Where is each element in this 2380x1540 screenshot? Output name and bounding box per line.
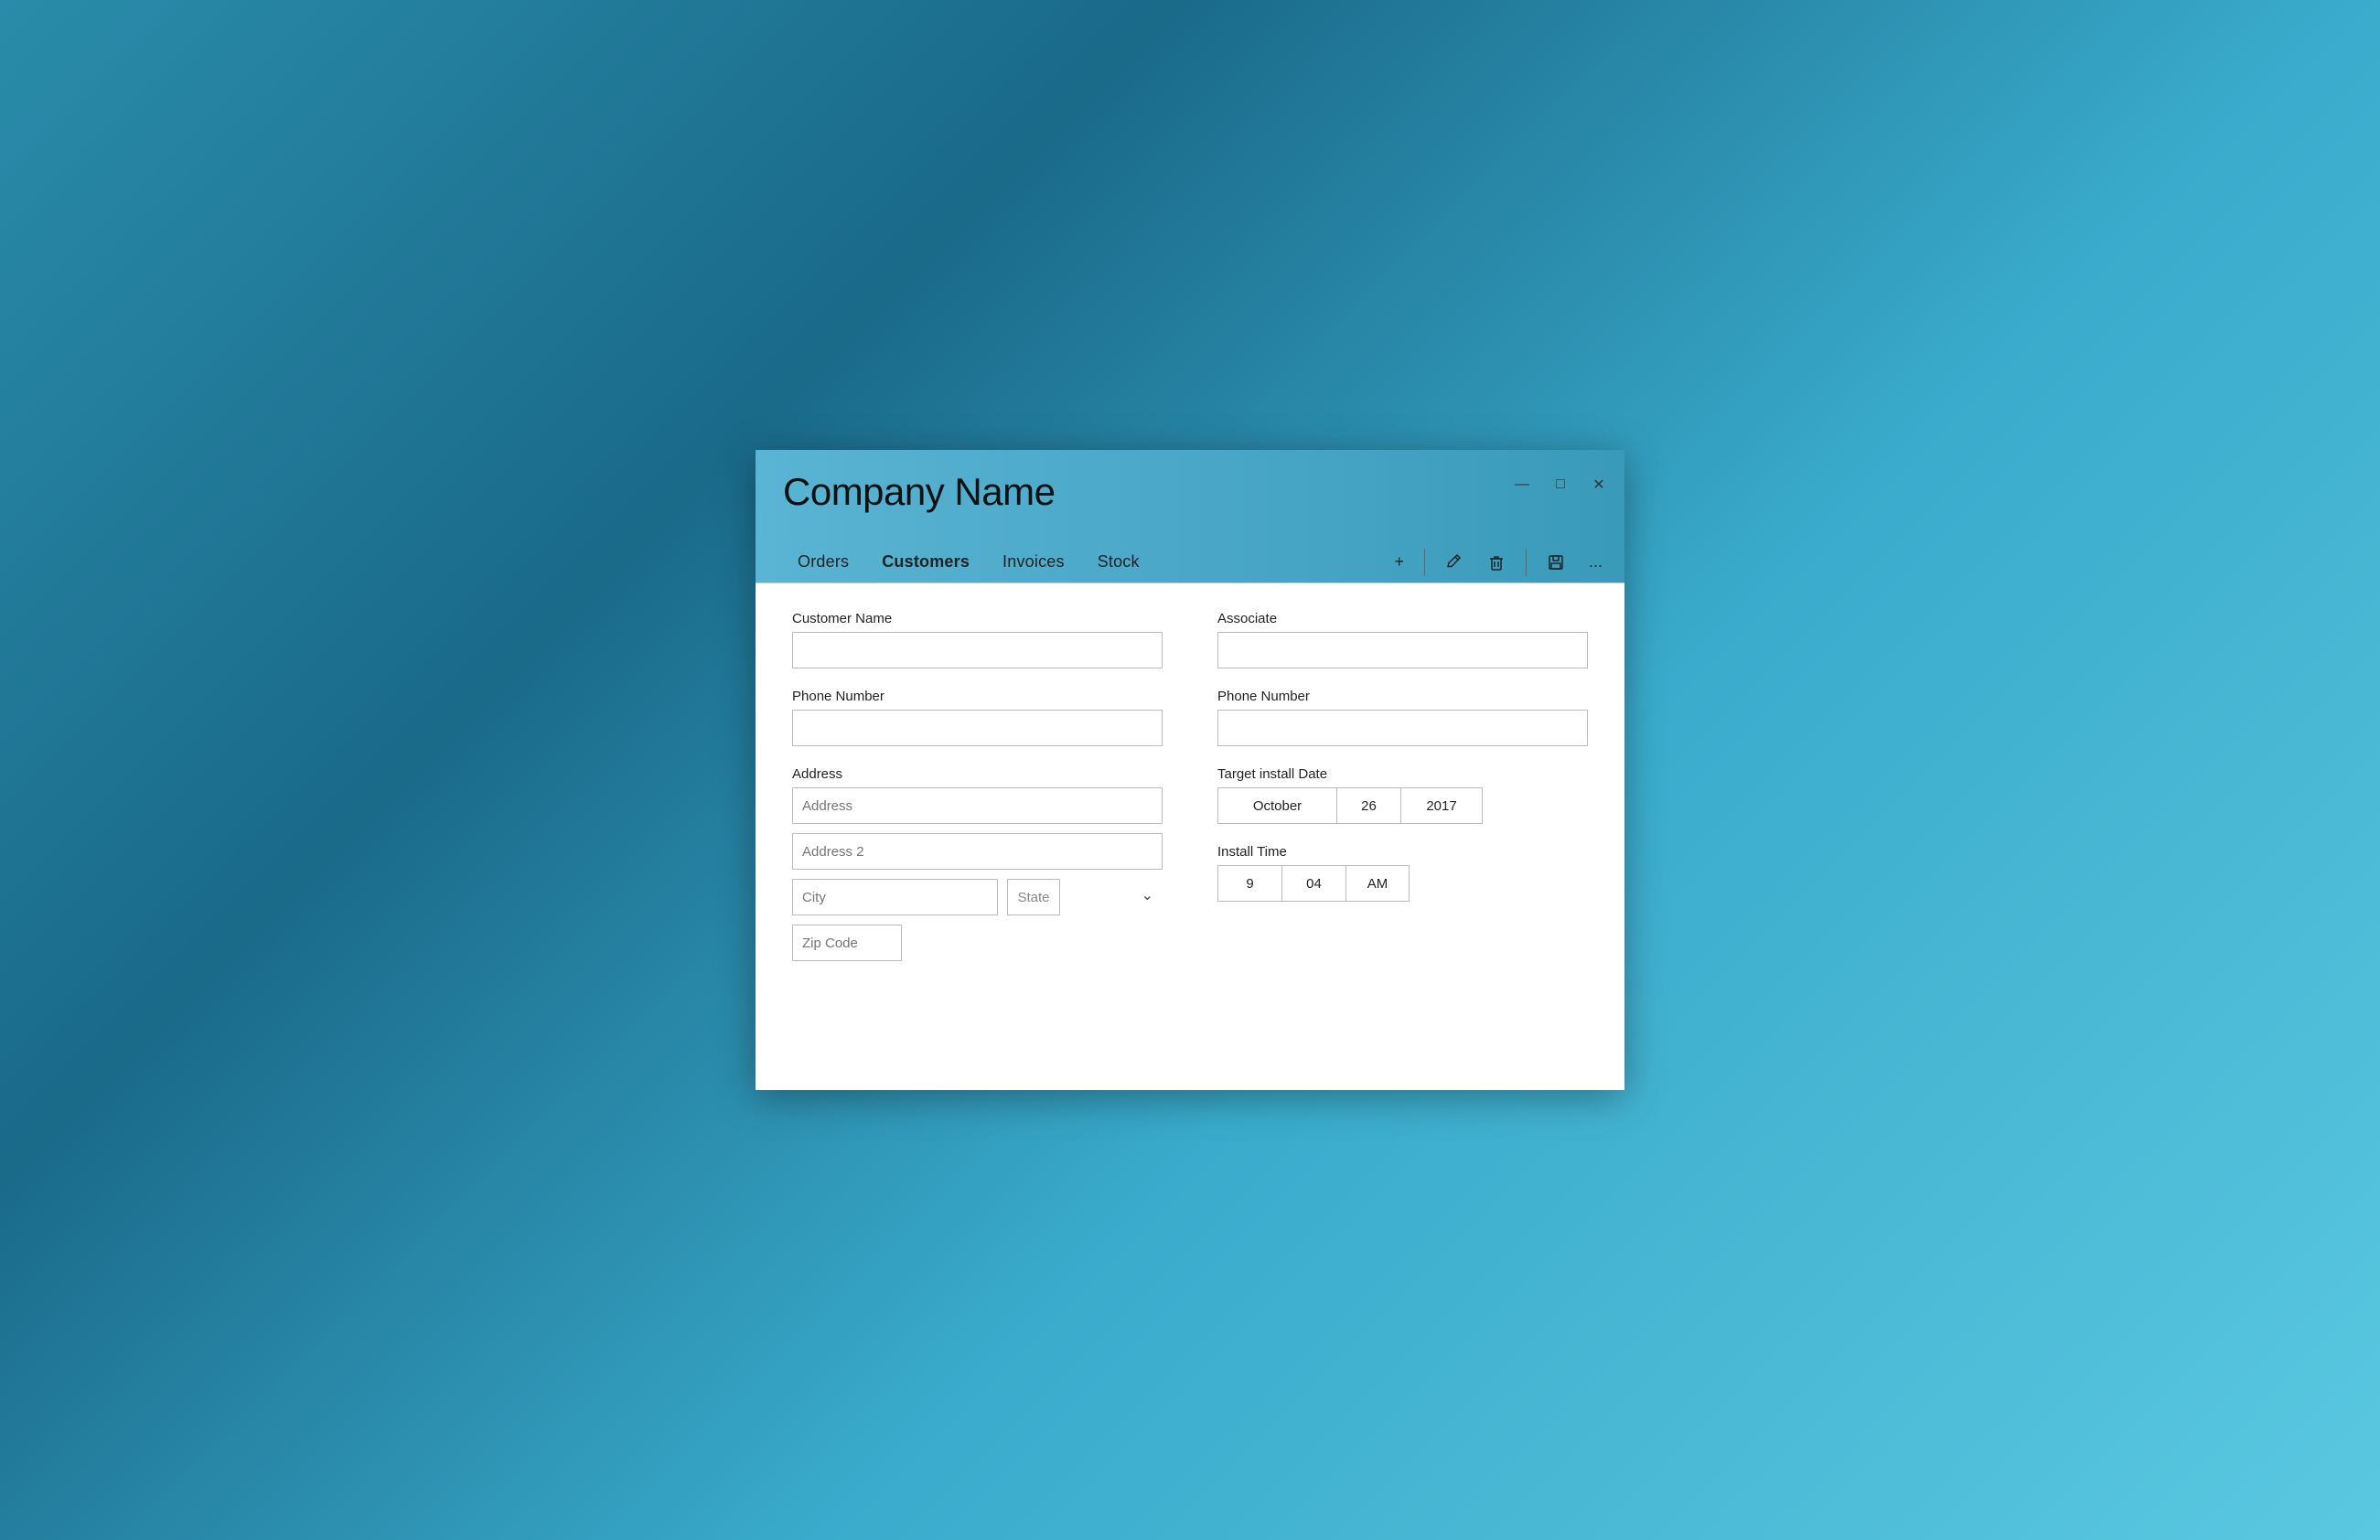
associate-group: Associate (1217, 611, 1588, 668)
date-month-input[interactable] (1217, 787, 1336, 824)
edit-icon (1445, 553, 1463, 572)
city-input[interactable] (792, 879, 998, 915)
time-hour-input[interactable] (1217, 865, 1281, 902)
customer-name-group: Customer Name (792, 611, 1163, 668)
date-row (1217, 787, 1588, 824)
associate-phone-label: Phone Number (1217, 689, 1588, 704)
state-wrapper: State AL AK AZ CA CO FL GA NY TX (1007, 879, 1163, 915)
target-date-group: Target install Date (1217, 766, 1588, 824)
install-time-group: Install Time (1217, 844, 1588, 902)
nav-tabs: Orders Customers Invoices Stock (783, 543, 1387, 581)
tab-orders[interactable]: Orders (783, 543, 863, 581)
left-column: Customer Name Phone Number Address (792, 611, 1163, 981)
address2-input[interactable] (792, 833, 1163, 870)
state-select[interactable]: State AL AK AZ CA CO FL GA NY TX (1007, 879, 1060, 915)
customer-name-label: Customer Name (792, 611, 1163, 626)
time-row (1217, 865, 1588, 902)
edit-button[interactable] (1438, 548, 1471, 577)
app-title: Company Name (783, 470, 1055, 514)
associate-input[interactable] (1217, 632, 1588, 668)
form-grid: Customer Name Phone Number Address (792, 611, 1588, 981)
zip-input[interactable] (792, 925, 902, 961)
time-min-input[interactable] (1281, 865, 1345, 902)
nav-actions: + (1387, 541, 1610, 583)
install-time-label: Install Time (1217, 844, 1588, 860)
right-column: Associate Phone Number Target install Da… (1217, 611, 1588, 981)
nav-bar: Orders Customers Invoices Stock + (756, 541, 1624, 583)
form-content: Customer Name Phone Number Address (756, 583, 1624, 1090)
address-group: Address State AL AK AZ (792, 766, 1163, 961)
customer-name-input[interactable] (792, 632, 1163, 668)
customer-phone-input[interactable] (792, 710, 1163, 746)
customer-phone-label: Phone Number (792, 689, 1163, 704)
minimize-button[interactable]: — (1511, 474, 1533, 496)
save-button[interactable] (1539, 548, 1572, 577)
target-date-label: Target install Date (1217, 766, 1588, 782)
address-input[interactable] (792, 787, 1163, 824)
date-year-input[interactable] (1400, 787, 1483, 824)
associate-phone-group: Phone Number (1217, 689, 1588, 746)
separator-2 (1526, 549, 1527, 576)
save-icon (1547, 553, 1565, 572)
tab-invoices[interactable]: Invoices (988, 543, 1079, 581)
window-controls: — □ ✕ (1511, 470, 1610, 496)
address-fields (792, 787, 1163, 870)
date-day-input[interactable] (1336, 787, 1400, 824)
app-window: Company Name — □ ✕ Orders Customers Invo… (756, 450, 1624, 1090)
tab-stock[interactable]: Stock (1083, 543, 1154, 581)
address-label: Address (792, 766, 1163, 782)
trash-icon (1487, 553, 1506, 572)
maximize-button[interactable]: □ (1549, 474, 1571, 496)
add-button[interactable]: + (1387, 547, 1411, 577)
separator-1 (1424, 549, 1425, 576)
associate-phone-input[interactable] (1217, 710, 1588, 746)
customer-phone-group: Phone Number (792, 689, 1163, 746)
delete-button[interactable] (1480, 548, 1513, 577)
tab-customers[interactable]: Customers (867, 543, 984, 581)
time-ampm-input[interactable] (1345, 865, 1410, 902)
close-button[interactable]: ✕ (1588, 474, 1610, 496)
associate-label: Associate (1217, 611, 1588, 626)
more-button[interactable]: ... (1581, 547, 1610, 577)
title-bar: Company Name — □ ✕ (756, 450, 1624, 541)
city-state-row: State AL AK AZ CA CO FL GA NY TX (792, 879, 1163, 915)
